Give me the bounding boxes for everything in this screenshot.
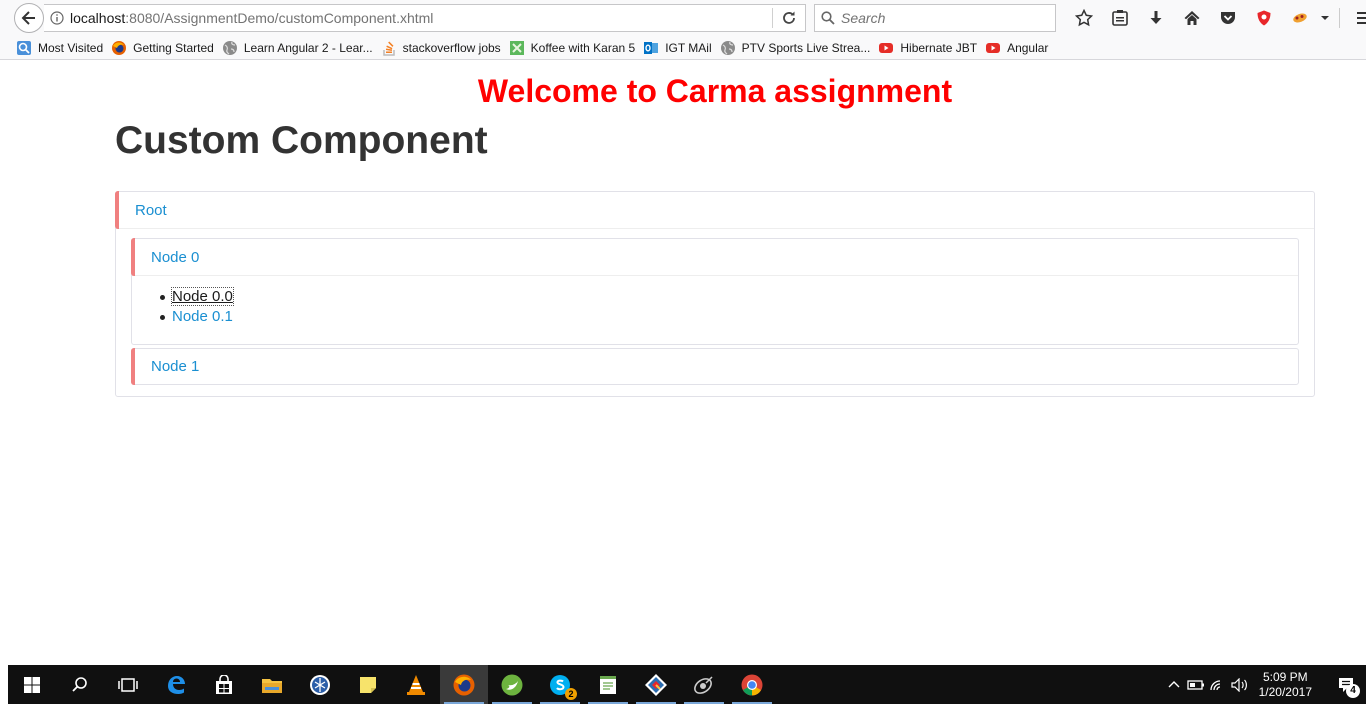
system-tray: 5:09 PM 1/20/2017 4 — [1163, 665, 1366, 704]
reload-icon[interactable] — [781, 10, 797, 31]
tree-node-1[interactable]: Node 1 — [151, 358, 199, 375]
notification-icon[interactable]: 4 — [1326, 676, 1366, 698]
toolbar-icons — [1066, 6, 1366, 30]
toolbar-divider — [1332, 6, 1346, 30]
youtube-icon — [985, 40, 1001, 56]
page-title: Custom Component — [115, 119, 488, 162]
bookmark-most-visited[interactable]: Most Visited — [16, 40, 103, 56]
search-icon — [821, 11, 835, 25]
chevron-up-icon[interactable] — [1163, 679, 1185, 691]
bookmark-angular[interactable]: Angular — [985, 40, 1048, 56]
bookmark-label: stackoverflow jobs — [402, 40, 501, 55]
star-icon[interactable] — [1066, 6, 1102, 30]
skype-badge: 2 — [565, 688, 577, 700]
home-icon[interactable] — [1174, 6, 1210, 30]
spring-icon[interactable] — [488, 665, 536, 704]
start-icon[interactable] — [8, 665, 56, 704]
extension-icon[interactable] — [1282, 6, 1318, 30]
task-view-icon[interactable] — [104, 665, 152, 704]
menu-icon[interactable] — [1346, 6, 1366, 30]
most-visited-icon — [16, 40, 32, 56]
shield-icon[interactable] — [1246, 6, 1282, 30]
bookmark-learn-angular[interactable]: Learn Angular 2 - Lear... — [222, 40, 373, 56]
sticky-notes-icon[interactable] — [344, 665, 392, 704]
bookmark-ptv-sports[interactable]: PTV Sports Live Strea... — [720, 40, 871, 56]
bookmark-label: Getting Started — [133, 40, 214, 55]
bookmark-label: IGT MAil — [665, 40, 712, 55]
bookmark-hibernate-jbt[interactable]: Hibernate JBT — [878, 40, 977, 56]
koffee-icon — [509, 40, 525, 56]
tree-root-header[interactable]: Root — [115, 191, 1314, 229]
taskbar: 2 5:09 PM 1/20/2017 4 — [8, 665, 1366, 704]
tree-node-0-0[interactable]: Node 0.0 — [171, 287, 234, 306]
globe-icon — [222, 40, 238, 56]
clock-time: 5:09 PM — [1262, 669, 1308, 684]
skype-icon[interactable]: 2 — [536, 665, 584, 704]
globe-icon — [720, 40, 736, 56]
search-icon[interactable] — [56, 665, 104, 704]
bookmark-getting-started[interactable]: Getting Started — [111, 40, 214, 56]
back-button[interactable] — [14, 3, 44, 33]
search-input[interactable]: Search — [841, 10, 885, 26]
bookmark-stackoverflow-jobs[interactable]: stackoverflow jobs — [381, 40, 501, 56]
welcome-heading: Welcome to Carma assignment — [477, 73, 953, 109]
reading-list-icon[interactable] — [1102, 6, 1138, 30]
vlc-icon[interactable] — [392, 665, 440, 704]
edge-icon[interactable] — [152, 665, 200, 704]
pocket-icon[interactable] — [1210, 6, 1246, 30]
list-item: Node 0.1 — [160, 307, 233, 327]
bookmark-label: Angular — [1007, 40, 1049, 55]
file-explorer-icon[interactable] — [248, 665, 296, 704]
clock[interactable]: 5:09 PM 1/20/2017 — [1259, 670, 1312, 700]
chevron-down-icon[interactable] — [1318, 6, 1332, 30]
page-content: Welcome to Carma assignment Custom Compo… — [0, 61, 1366, 665]
battery-icon[interactable] — [1185, 679, 1207, 691]
list-item: Node 0.0 — [160, 287, 234, 307]
url-bar[interactable]: localhost:8080/AssignmentDemo/customComp… — [44, 4, 806, 32]
download-icon[interactable] — [1138, 6, 1174, 30]
youtube-icon — [878, 40, 894, 56]
info-icon[interactable] — [44, 11, 70, 25]
bookmark-label: Learn Angular 2 - Lear... — [243, 40, 373, 55]
bookmark-koffee-with-karan[interactable]: Koffee with Karan 5 — [509, 40, 636, 56]
tree-node-0-children: Node 0.0 Node 0.1 — [160, 287, 234, 327]
url-text[interactable]: localhost:8080/AssignmentDemo/customComp… — [70, 10, 433, 26]
wifi-icon[interactable] — [1207, 678, 1229, 692]
firefox-icon — [111, 40, 127, 56]
bookmark-label: PTV Sports Live Strea... — [741, 40, 871, 55]
outlook-icon — [643, 40, 659, 56]
git-icon[interactable] — [632, 665, 680, 704]
store-icon[interactable] — [200, 665, 248, 704]
stackoverflow-icon — [381, 40, 397, 56]
tree-node-root[interactable]: Root — [135, 202, 167, 219]
url-divider — [772, 8, 773, 28]
tree-node-1-header[interactable]: Node 1 — [131, 348, 1298, 385]
satellite-icon[interactable] — [680, 665, 728, 704]
firefox-icon[interactable] — [440, 665, 488, 704]
volume-icon[interactable] — [1229, 677, 1251, 692]
url-path: :8080/AssignmentDemo/customComponent.xht… — [125, 10, 434, 26]
url-host: localhost — [70, 10, 126, 26]
notepad-icon[interactable] — [584, 665, 632, 704]
back-arrow-icon — [21, 11, 35, 25]
bookmark-igt-mail[interactable]: IGT MAil — [643, 40, 712, 56]
bookmark-label: Hibernate JBT — [900, 40, 978, 55]
clock-date: 1/20/2017 — [1258, 684, 1312, 699]
search-bar[interactable]: Search — [814, 4, 1056, 32]
browser-toolbar: localhost:8080/AssignmentDemo/customComp… — [0, 0, 1366, 36]
app-icon[interactable] — [296, 665, 344, 704]
chrome-icon[interactable] — [728, 665, 776, 704]
tree-node-0[interactable]: Node 0 — [151, 249, 199, 266]
bookmark-label: Koffee with Karan 5 — [530, 40, 636, 55]
tree-node-0-1[interactable]: Node 0.1 — [172, 308, 233, 325]
bookmark-label: Most Visited — [38, 40, 104, 55]
notification-badge: 4 — [1346, 683, 1360, 698]
tree-node-0-panel: Node 0 — [131, 238, 1299, 345]
tree-node-0-header[interactable]: Node 0 — [131, 238, 1298, 276]
tree-node-1-panel: Node 1 — [131, 348, 1299, 385]
bookmarks-bar: Most Visited Getting Started Learn Angul… — [0, 36, 1366, 60]
